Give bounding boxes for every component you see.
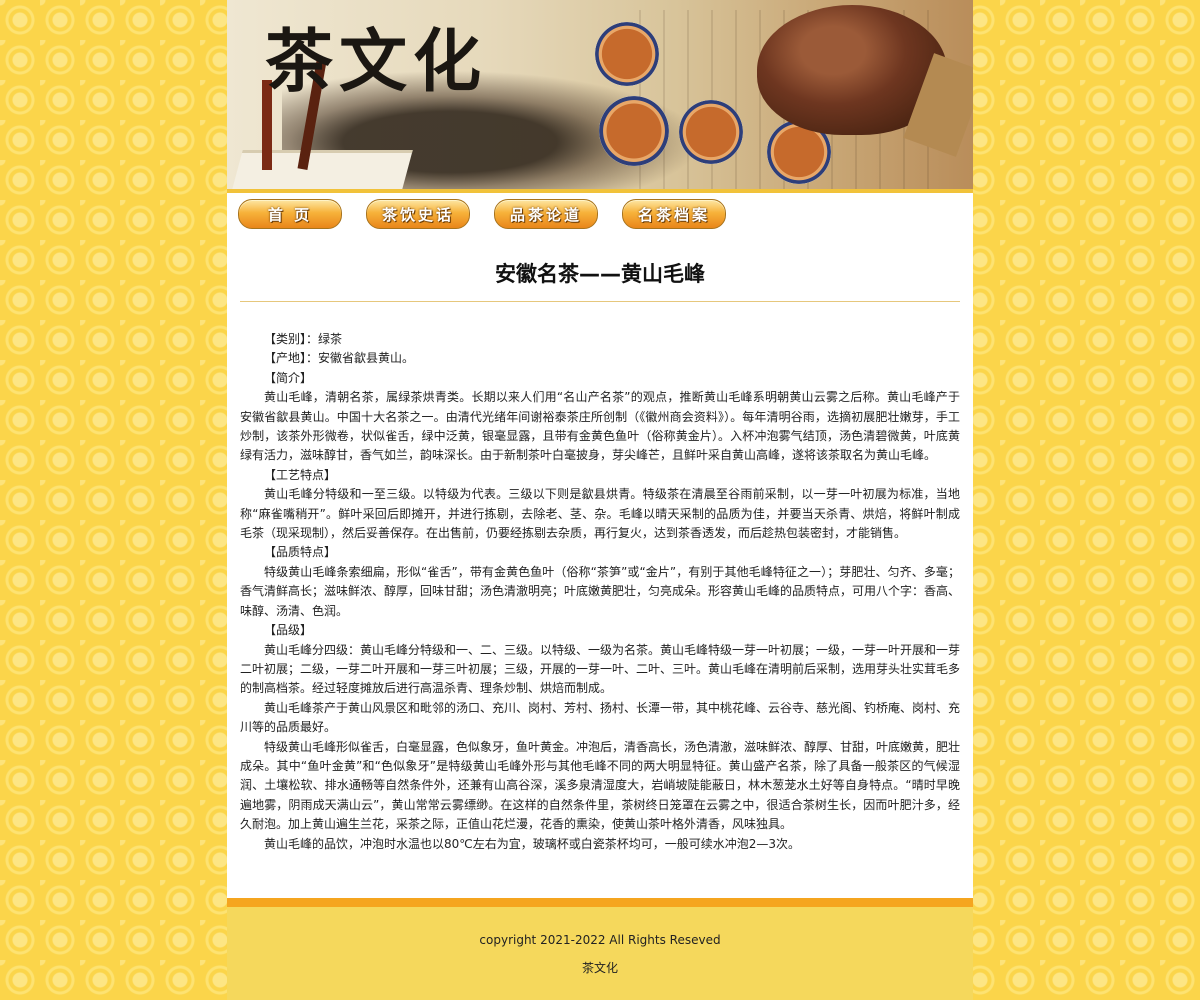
article-paragraph: 【品级】	[264, 623, 313, 638]
nav-tea-history-button[interactable]: 茶饮史话	[366, 199, 470, 229]
article-paragraph: 特级黄山毛峰条索细扁，形似“雀舌”，带有金黄色鱼叶（俗称“茶笋”或“金片”，有别…	[240, 564, 961, 618]
site-logo-title: 茶文化	[265, 22, 488, 102]
nav-home-button[interactable]: 首 页	[238, 199, 342, 229]
footer: copyright 2021-2022 All Rights Reseved 茶…	[227, 907, 973, 1000]
banner-teacup-image	[595, 22, 659, 86]
banner-divider	[227, 189, 973, 193]
page-container: 茶文化 首 页 茶饮史话 品茶论道 名茶档案 安徽名茶——黄山毛峰 【类别】：绿…	[227, 0, 973, 1000]
article-paragraph: 黄山毛峰分特级和一至三级。以特级为代表。三级以下则是歙县烘青。特级茶在清晨至谷雨…	[240, 487, 960, 541]
article-paragraph: 【工艺特点】	[264, 467, 337, 482]
article-paragraph: 特级黄山毛峰形似雀舌，白毫显露，色似象牙，鱼叶黄金。冲泡后，清香高长，汤色清澈，…	[240, 739, 961, 832]
footer-copyright: copyright 2021-2022 All Rights Reseved	[479, 933, 721, 947]
banner-teacup-image	[679, 100, 743, 164]
article-paragraph: 黄山毛峰，清朝名茶，属绿茶烘青类。长期以来人们用“名山产名茶”的观点，推断黄山毛…	[240, 390, 960, 463]
article-paragraph: 黄山毛峰分四级：黄山毛峰分特级和一、二、三级。以特级、一级为名茶。黄山毛峰特级一…	[240, 642, 961, 696]
article-paragraph: 黄山毛峰的品饮，冲泡时水温也以80℃左右为宜，玻璃杯或白瓷茶杯均可，一般可续水冲…	[264, 836, 801, 851]
nav-famous-tea-button[interactable]: 名茶档案	[622, 199, 726, 229]
footer-site-name: 茶文化	[581, 961, 618, 975]
article-paragraph: 黄山毛峰茶产于黄山风景区和毗邻的汤口、充川、岗村、芳村、扬村、长潭一带，其中桃花…	[240, 700, 961, 735]
article-paragraph: 【品质特点】	[264, 545, 337, 560]
article-paragraph: 【简介】	[264, 370, 313, 385]
article-paragraph: 【类别】：绿茶	[264, 332, 343, 346]
banner-teacup-image	[599, 96, 669, 166]
nav-tea-discussion-button[interactable]: 品茶论道	[494, 199, 598, 229]
footer-divider	[227, 898, 973, 907]
header-banner: 茶文化	[227, 0, 973, 193]
main-nav: 首 页 茶饮史话 品茶论道 名茶档案	[238, 199, 726, 229]
article-body: 【类别】：绿茶 【产地】：安徽省歙县黄山。 【简介】 黄山毛峰，清朝名茶，属绿茶…	[240, 330, 960, 854]
banner-book-image	[231, 150, 413, 193]
article-title: 安徽名茶——黄山毛峰	[495, 262, 705, 286]
title-divider	[240, 301, 960, 302]
article-paragraph: 【产地】：安徽省歙县黄山。	[264, 351, 415, 366]
